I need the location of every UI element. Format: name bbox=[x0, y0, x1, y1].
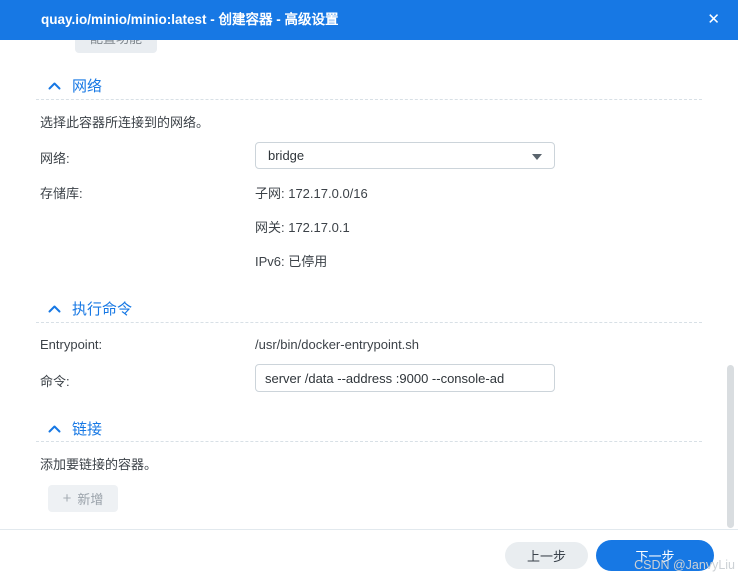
network-description: 选择此容器所连接到的网络。 bbox=[40, 115, 210, 130]
section-header-network[interactable]: 网络 bbox=[48, 75, 102, 96]
entrypoint-value: /usr/bin/docker-entrypoint.sh bbox=[255, 337, 420, 352]
section-divider bbox=[36, 322, 702, 323]
subnet-value: 子网: 172.17.0.0/16 bbox=[255, 186, 368, 201]
section-divider bbox=[36, 441, 702, 442]
dialog-titlebar: quay.io/minio/minio:latest - 创建容器 - 高级设置… bbox=[0, 0, 738, 40]
command-label: 命令: bbox=[40, 374, 70, 389]
network-label: 网络: bbox=[40, 151, 70, 166]
repository-label: 存储库: bbox=[40, 186, 83, 201]
section-title-links: 链接 bbox=[72, 421, 103, 438]
links-description: 添加要链接的容器。 bbox=[40, 457, 158, 472]
section-header-links[interactable]: 链接 bbox=[48, 418, 102, 439]
chevron-up-icon bbox=[48, 82, 61, 90]
gateway-value: 网关: 172.17.0.1 bbox=[255, 220, 350, 235]
advanced-settings-dialog: 配置功能 quay.io/minio/minio:latest - 创建容器 -… bbox=[0, 0, 738, 579]
network-select-value: bridge bbox=[268, 148, 305, 163]
section-divider bbox=[36, 99, 702, 100]
scrollbar-thumb[interactable] bbox=[727, 365, 734, 528]
footer-divider bbox=[0, 529, 738, 530]
chevron-down-icon bbox=[532, 154, 542, 165]
dialog-title: quay.io/minio/minio:latest - 创建容器 - 高级设置 bbox=[41, 12, 339, 27]
plus-icon: + bbox=[62, 490, 72, 507]
section-title-command: 执行命令 bbox=[72, 301, 133, 318]
previous-step-button[interactable]: 上一步 bbox=[505, 542, 588, 569]
section-title-network: 网络 bbox=[72, 78, 103, 95]
close-icon[interactable]: ✕ bbox=[707, 0, 720, 40]
watermark: CSDN @JanvyLiu bbox=[634, 558, 735, 572]
section-header-command[interactable]: 执行命令 bbox=[48, 298, 132, 319]
chevron-up-icon bbox=[48, 305, 61, 313]
add-link-button-label: 新增 bbox=[77, 492, 104, 507]
network-select[interactable]: bridge bbox=[255, 142, 555, 169]
chevron-up-icon bbox=[48, 425, 61, 433]
entrypoint-label: Entrypoint: bbox=[40, 337, 103, 352]
add-link-button[interactable]: + 新增 bbox=[48, 485, 118, 512]
command-input[interactable] bbox=[255, 364, 555, 392]
ipv6-value: IPv6: 已停用 bbox=[255, 254, 328, 269]
